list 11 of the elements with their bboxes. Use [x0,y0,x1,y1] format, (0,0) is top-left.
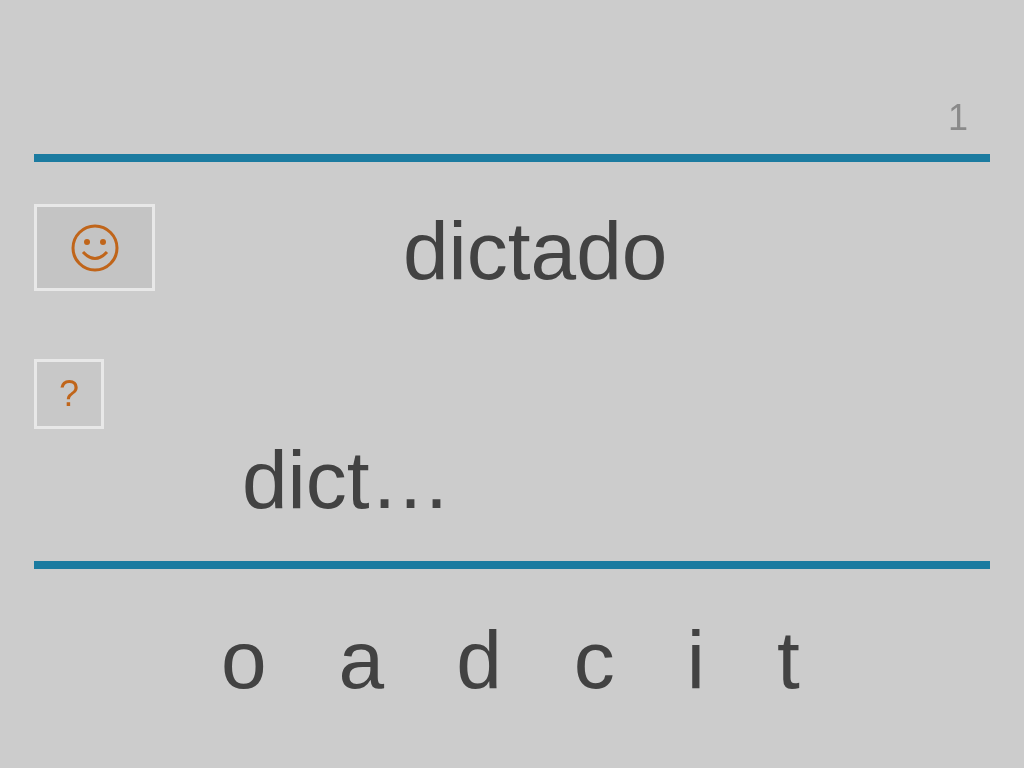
letter-tile[interactable]: o [221,619,267,701]
answer-text: dict… [242,439,452,521]
smiley-icon [69,222,120,273]
letter-tile[interactable]: i [686,619,706,701]
letter-tile[interactable]: c [573,619,615,701]
smiley-button[interactable] [34,204,155,291]
prompt-word: dictado [403,210,668,292]
letter-tile[interactable]: a [338,619,385,701]
page-number: 1 [947,100,968,136]
letter-tile[interactable]: d [456,619,502,701]
letter-tile[interactable]: t [777,619,800,701]
